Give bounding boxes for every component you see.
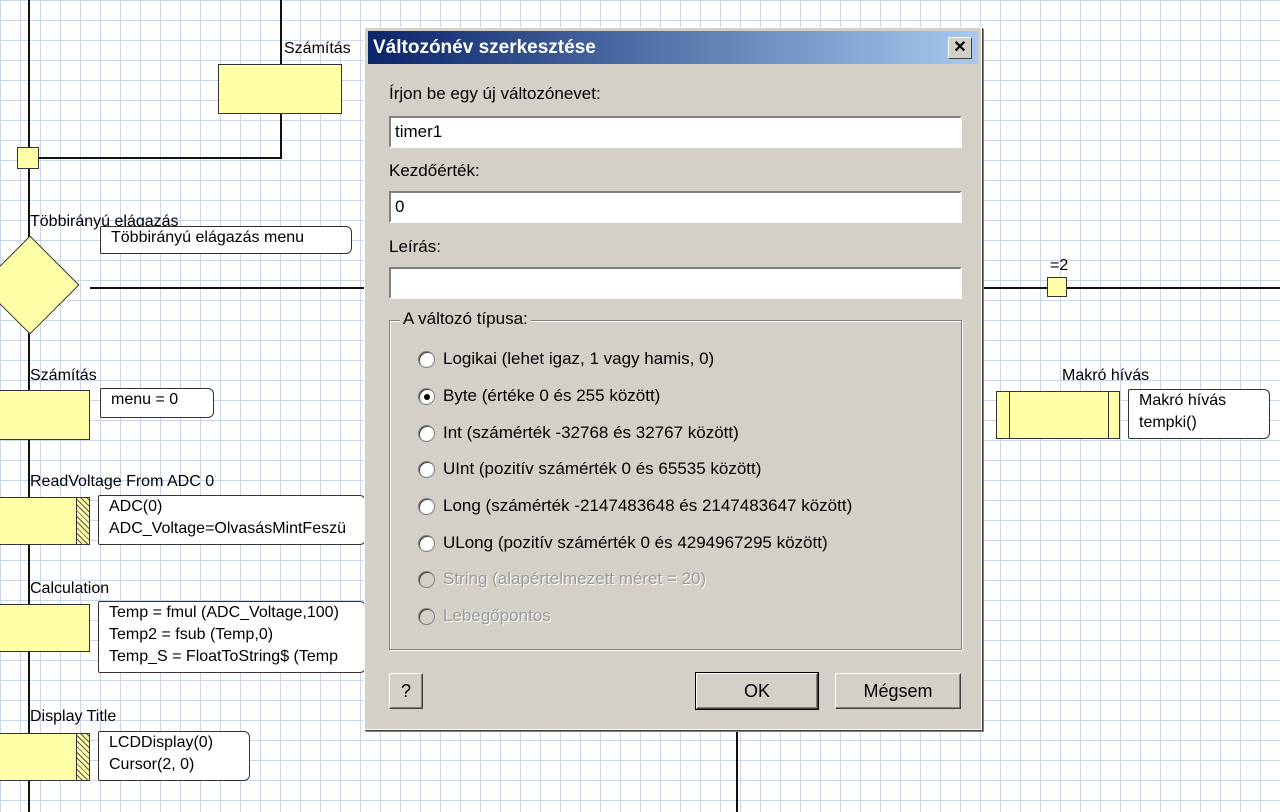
type-option-ulong[interactable]: ULong (pozitív számérték 0 és 4294967295… [418,531,828,555]
type-option-string: String (alapértelmezett méret = 20) [418,567,706,591]
branch-value-label: =2 [1050,257,1069,274]
ok-button[interactable]: OK [695,672,819,710]
macro-note: Makró hívás tempki() [1128,389,1270,439]
type-option-label: Lebegőpontos [443,606,551,625]
branch-connector[interactable] [1047,277,1067,297]
type-option-label: UInt (pozitív számérték 0 és 65535 közöt… [443,459,762,478]
variable-name-dialog: Változónév szerkesztése ✕ Írjon be egy ú… [364,27,982,730]
radio-button[interactable] [418,460,435,478]
type-option-long[interactable]: Long (számérték -2147483648 és 214748364… [418,494,852,518]
read-label: ReadVoltage From ADC 0 [30,473,215,490]
radio-button[interactable] [418,387,435,405]
display-label: Display Title [30,708,117,725]
radio-button[interactable] [418,497,435,515]
type-option-byte[interactable]: Byte (értéke 0 és 255 között) [418,384,660,408]
description-input[interactable] [389,267,962,299]
type-option-int[interactable]: Int (számérték -32768 és 32767 között) [418,421,739,445]
lcd-macro-icon[interactable] [0,733,90,781]
top-calc-label: Számítás [284,40,351,57]
calc-note: menu = 0 [100,388,214,418]
macro-call-icon[interactable] [996,391,1120,439]
radio-button [418,570,435,588]
variable-type-group: A változó típusa: Logikai (lehet igaz, 1… [389,309,962,650]
type-option-label: Byte (értéke 0 és 255 között) [443,386,661,405]
type-option-label: ULong (pozitív számérték 0 és 4294967295… [443,533,828,552]
macro-label: Makró hívás [1062,367,1150,384]
display-note: LCDDisplay(0) Cursor(2, 0) [98,731,250,781]
close-icon[interactable]: ✕ [948,37,972,59]
type-option-label: String (alapértelmezett méret = 20) [443,569,707,588]
calculation-label: Calculation [30,580,110,597]
radio-button[interactable] [418,424,435,442]
type-group-label: A változó típusa: [400,309,531,329]
calc-label: Számítás [30,367,97,384]
read-note: ADC(0) ADC_Voltage=OlvasásMintFeszü [98,495,366,545]
type-option-float: Lebegőpontos [418,604,551,628]
switch-note: Többirányú elágazás menu [100,226,352,254]
type-option-bool[interactable]: Logikai (lehet igaz, 1 vagy hamis, 0) [418,347,714,371]
variable-name-input[interactable] [389,116,962,148]
calculation-icon-top[interactable] [218,64,342,114]
type-option-label: Int (számérték -32768 és 32767 között) [443,423,739,442]
dialog-titlebar[interactable]: Változónév szerkesztése ✕ [368,31,978,64]
radio-button[interactable] [418,350,435,368]
cancel-button[interactable]: Mégsem [835,673,961,709]
calculation-icon[interactable] [0,390,90,440]
dialog-title: Változónév szerkesztése [373,37,596,58]
loop-line [28,157,282,159]
type-option-label: Long (számérték -2147483648 és 214748364… [443,496,853,515]
switch-decision-icon[interactable] [0,235,80,335]
calculation-note: Temp = fmul (ADC_Voltage,100) Temp2 = fs… [98,601,366,673]
component-macro-icon[interactable] [0,497,90,545]
initial-value-label: Kezdőérték: [389,161,480,180]
type-option-label: Logikai (lehet igaz, 1 vagy hamis, 0) [443,349,715,368]
radio-button[interactable] [418,534,435,552]
description-label: Leírás: [389,237,441,256]
initial-value-input[interactable] [389,191,962,223]
type-option-uint[interactable]: UInt (pozitív számérték 0 és 65535 közöt… [418,457,761,481]
name-label: Írjon be egy új változónevet: [389,84,601,103]
calculation-icon-2[interactable] [0,604,90,652]
radio-button [418,607,435,625]
help-button[interactable]: ? [389,673,423,709]
loop-connector[interactable] [17,147,39,169]
